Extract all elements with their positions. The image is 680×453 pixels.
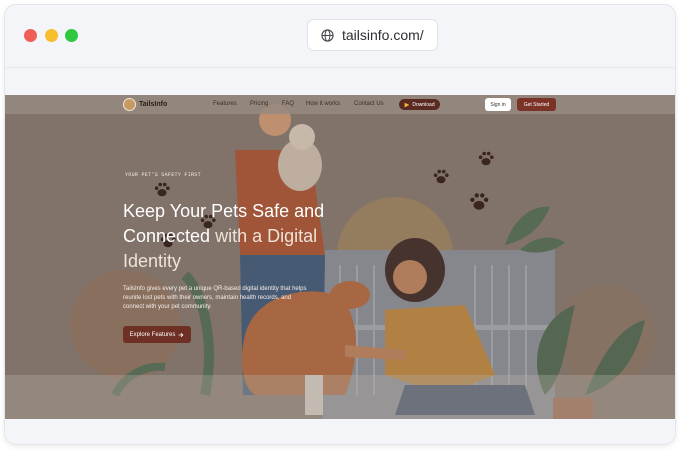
globe-icon	[321, 28, 334, 42]
address-bar[interactable]: tailsinfo.com/	[307, 19, 438, 51]
minimize-window-button[interactable]	[45, 29, 58, 42]
get-started-button[interactable]: Get Started	[517, 98, 556, 111]
download-label: Download	[412, 101, 435, 108]
arrow-right-icon	[178, 332, 184, 338]
download-button[interactable]: Download	[399, 99, 440, 110]
close-window-button[interactable]	[24, 29, 37, 42]
sign-in-button[interactable]: Sign in	[485, 98, 511, 111]
toolbar-strip	[5, 67, 675, 95]
site-logo[interactable]: TailsInfo	[123, 98, 167, 111]
play-store-icon	[404, 102, 410, 108]
hero-tagline: YOUR PET'S SAFETY FIRST	[125, 172, 201, 178]
explore-features-label: Explore Features	[129, 331, 176, 338]
logo-text: TailsInfo	[139, 101, 168, 108]
window-bottom	[5, 419, 675, 444]
paw-print-icon	[154, 182, 170, 197]
paw-print-icon	[478, 151, 494, 166]
explore-features-button[interactable]: Explore Features	[123, 326, 191, 343]
nav-link-contact[interactable]: Contact Us	[354, 101, 384, 107]
nav-link-faq[interactable]: FAQ	[282, 101, 294, 107]
maximize-window-button[interactable]	[65, 29, 78, 42]
browser-window: tailsinfo.com/ TailsInfo Features Pricin…	[4, 4, 676, 445]
nav-link-pricing[interactable]: Pricing	[250, 101, 268, 107]
browser-chrome: tailsinfo.com/	[5, 5, 675, 67]
hero-description: TailsInfo gives every pet a unique QR-ba…	[123, 286, 307, 310]
nav-link-how-it-works[interactable]: How it works	[306, 101, 340, 107]
website-viewport[interactable]: TailsInfo Features Pricing FAQ How it wo…	[5, 95, 675, 419]
hero-title: Keep Your Pets Safe and Connected with a…	[123, 199, 353, 274]
logo-dog-icon	[123, 98, 136, 111]
nav-link-features[interactable]: Features	[213, 101, 237, 107]
site-navbar: TailsInfo Features Pricing FAQ How it wo…	[5, 95, 675, 114]
url-text: tailsinfo.com/	[342, 27, 424, 43]
paw-print-icon	[470, 193, 489, 210]
paw-print-icon	[433, 169, 449, 184]
